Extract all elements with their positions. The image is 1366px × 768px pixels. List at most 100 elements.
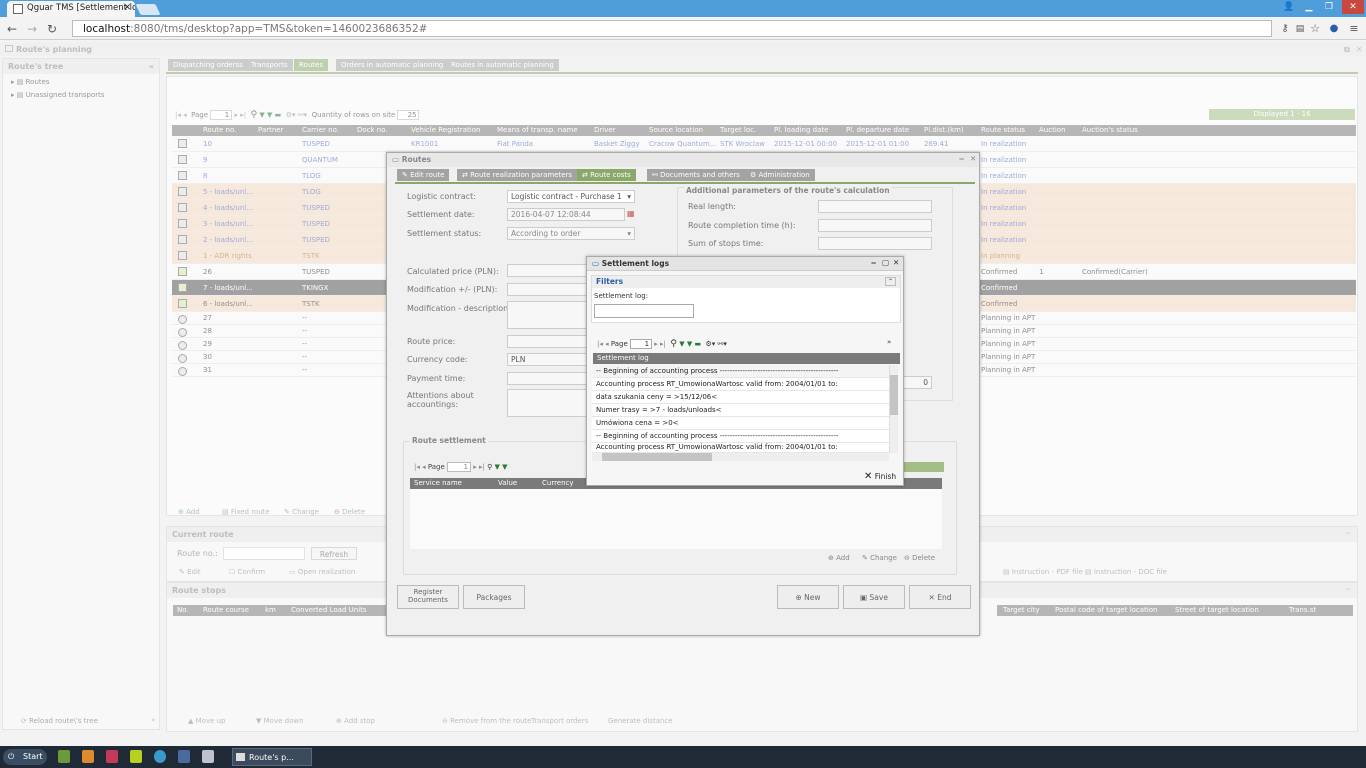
calendar-icon[interactable]: ▦: [627, 209, 635, 218]
menu-icon[interactable]: ≡: [1346, 21, 1362, 37]
log-hscroll-thumb[interactable]: [602, 453, 712, 461]
taskbar-app-icon[interactable]: [106, 750, 118, 763]
restore-icon[interactable]: ❐: [1320, 0, 1338, 14]
settlement-page-input[interactable]: 1: [447, 462, 472, 472]
log-scroll-thumb[interactable]: [890, 375, 898, 415]
tab-route-costs[interactable]: ⇄ Route costs: [577, 169, 636, 181]
new-button[interactable]: ⊕ New: [777, 585, 839, 609]
taskbar-task-routes[interactable]: Route's p...: [232, 748, 312, 766]
taskbar-app-icon[interactable]: [154, 750, 166, 763]
log-row[interactable]: data szukania ceny = >15/12/06<: [592, 391, 889, 404]
tab-administration[interactable]: ⚙ Administration: [745, 169, 815, 181]
columns-icon[interactable]: ▬: [694, 340, 701, 348]
completion-time-input[interactable]: [818, 219, 932, 232]
close-tab-icon[interactable]: ✕: [123, 3, 131, 13]
route-settlement-header: Route settlement: [410, 436, 488, 445]
last-page-icon[interactable]: ▸|: [479, 463, 485, 471]
log-vertical-scrollbar[interactable]: [889, 365, 898, 453]
browser-tab[interactable]: Qguar TMS [Settlement lo ✕: [7, 1, 135, 17]
search-icon[interactable]: ⚲: [670, 339, 677, 349]
first-page-icon[interactable]: |◂: [414, 463, 420, 471]
browser-tab-bar: Qguar TMS [Settlement lo ✕ 👤 ▁ ❐ ✕: [0, 0, 1366, 17]
settlement-status-select[interactable]: According to order ▾: [507, 227, 635, 240]
stops-time-input[interactable]: [818, 237, 932, 250]
settlement-delete-button[interactable]: ⊖ Delete: [904, 554, 935, 562]
reload-icon[interactable]: ↻: [44, 21, 60, 37]
prev-page-icon[interactable]: ◂: [605, 340, 609, 348]
log-row[interactable]: Accounting process RT_UmowionaWartosc va…: [592, 378, 889, 391]
settlement-add-button[interactable]: ⊕ Add: [828, 554, 850, 562]
taskbar-app-icon[interactable]: [58, 750, 70, 763]
log-grid-header: Settlement log: [593, 353, 900, 364]
translate-icon[interactable]: ▤: [1292, 21, 1308, 37]
start-button[interactable]: ⏻ Start: [3, 749, 47, 765]
settlement-change-button[interactable]: ✎ Change: [862, 554, 897, 562]
close-dialog-icon[interactable]: ✕: [970, 154, 976, 163]
finish-button[interactable]: ✕ Finish: [864, 471, 896, 482]
taskbar-app-icon[interactable]: [82, 750, 94, 763]
clear-filter-icon[interactable]: ▼: [502, 463, 507, 471]
more-icon[interactable]: »: [887, 338, 891, 346]
prev-page-icon[interactable]: ◂: [422, 463, 426, 471]
minimize-icon[interactable]: ▁: [1300, 0, 1318, 14]
export-icon[interactable]: ⚯▾: [718, 340, 727, 348]
settings-icon[interactable]: ⚙▾: [706, 340, 716, 348]
log-row[interactable]: -- Beginning of accounting process -----…: [592, 430, 889, 443]
first-page-icon[interactable]: |◂: [597, 340, 603, 348]
taskbar-app-icon[interactable]: [130, 750, 142, 763]
minimize-dialog-icon[interactable]: ‒: [871, 258, 876, 267]
minimize-dialog-icon[interactable]: ‒: [959, 154, 964, 163]
new-tab-button[interactable]: [135, 4, 161, 15]
log-horizontal-scrollbar[interactable]: [592, 453, 889, 461]
star-icon[interactable]: ☆: [1307, 21, 1323, 37]
url-path: :8080/tms/desktop?app=TMS&token=14600236…: [130, 23, 428, 35]
taskbar-app-icon[interactable]: [178, 750, 190, 763]
tab-documents[interactable]: ⚯ Documents and others: [647, 169, 745, 181]
close-window-icon[interactable]: ✕: [1342, 0, 1364, 14]
log-row[interactable]: -- Beginning of accounting process -----…: [592, 365, 889, 378]
close-dialog-icon[interactable]: ✕: [893, 258, 899, 267]
filter-icon[interactable]: ▼: [679, 340, 684, 348]
next-page-icon[interactable]: ▸: [473, 463, 477, 471]
app-favicon-icon: [13, 4, 23, 14]
settlement-logs-titlebar: ▭ Settlement logs ‒ ▢ ✕: [587, 257, 903, 271]
logistic-contract-select[interactable]: Logistic contract - Purchase 1 ▾: [507, 190, 635, 203]
collapse-filters-icon[interactable]: ⌃: [884, 277, 896, 286]
logistic-contract-label: Logistic contract:: [407, 192, 476, 201]
last-page-icon[interactable]: ▸|: [660, 340, 666, 348]
user-icon[interactable]: 👤: [1280, 0, 1298, 14]
clear-filter-icon[interactable]: ▼: [687, 340, 692, 348]
real-length-input[interactable]: [818, 200, 932, 213]
taskbar-app-icon[interactable]: [202, 750, 214, 763]
packages-button[interactable]: Packages: [463, 585, 525, 609]
tab-route-realization[interactable]: ⇄ Route realization parameters: [457, 169, 578, 181]
settlement-date-label: Settlement date:: [407, 210, 475, 219]
administration-icon: ⚙: [750, 171, 757, 179]
stops-time-label: Sum of stops time:: [688, 239, 764, 248]
add-icon: ⊕: [828, 554, 834, 562]
chevron-down-icon: ▾: [627, 192, 631, 201]
key-icon[interactable]: ⚷: [1277, 21, 1293, 37]
save-button[interactable]: ▣ Save: [843, 585, 905, 609]
maximize-dialog-icon[interactable]: ▢: [882, 258, 889, 267]
log-pager-controls: |◂ ◂ Page 1 ▸ ▸| ⚲ ▼ ▼ ▬ ⚙▾ ⚯▾: [597, 339, 727, 349]
extension-icon[interactable]: ●: [1326, 21, 1342, 37]
settlement-date-input[interactable]: 2016-04-07 12:08:44: [507, 208, 625, 221]
search-icon[interactable]: ⚲: [487, 463, 492, 471]
forward-icon[interactable]: →: [24, 21, 40, 37]
save-icon: ▣: [860, 593, 868, 602]
filter-icon[interactable]: ▼: [495, 463, 500, 471]
next-page-icon[interactable]: ▸: [654, 340, 658, 348]
log-row[interactable]: Umówiona cena = >0<: [592, 417, 889, 430]
log-row[interactable]: Accounting process RT_UmowionaWartosc va…: [592, 443, 889, 453]
settlement-log-filter-input[interactable]: [594, 304, 694, 318]
log-row[interactable]: Numer trasy = >7 - loads/unloads<: [592, 404, 889, 417]
documents-icon: ⚯: [652, 171, 658, 179]
register-documents-button[interactable]: Register Documents: [397, 585, 459, 609]
back-icon[interactable]: ←: [4, 21, 20, 37]
chevron-down-icon: ▾: [627, 229, 631, 238]
end-button[interactable]: ✕ End: [909, 585, 971, 609]
url-input[interactable]: localhost:8080/tms/desktop?app=TMS&token…: [72, 20, 1272, 37]
log-page-input[interactable]: 1: [630, 339, 653, 349]
tab-edit-route[interactable]: ✎ Edit route: [397, 169, 450, 181]
